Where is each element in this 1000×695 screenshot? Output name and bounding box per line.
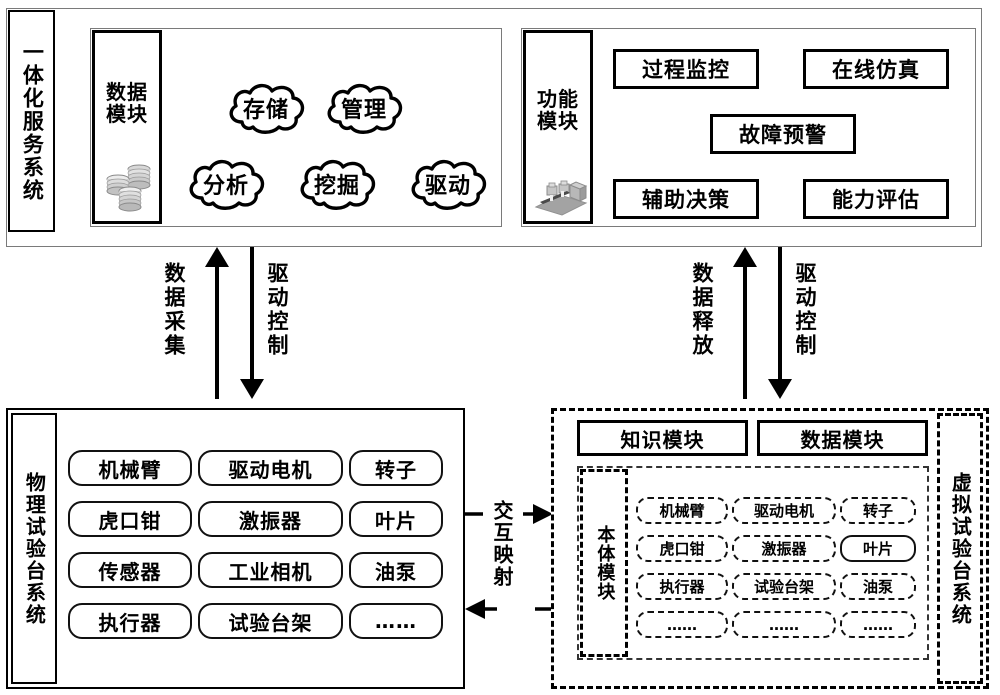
right-data-release-arrow [733, 247, 757, 399]
virtual-test-bench-label: 虚拟试验台系统 [937, 413, 983, 684]
cloud-storage-label: 存储 [242, 98, 289, 123]
left-data-collection-label: 数据采集 [162, 262, 187, 358]
virtual-pill-actuator[interactable]: 执行器 [636, 573, 728, 600]
right-data-release-label: 数据释放 [690, 262, 715, 358]
left-data-collection-arrow [205, 247, 229, 399]
function-box-fault-warning[interactable]: 故障预警 [710, 114, 856, 154]
physical-pill-ellipsis[interactable]: …… [349, 603, 443, 639]
virtual-pill-test-rig[interactable]: 试验台架 [732, 573, 836, 600]
integrated-service-system-label: 一体化服务系统 [8, 10, 55, 232]
virtual-components-grid: 机械臂 驱动电机 转子 虎口钳 激振器 叶片 执行器 试验台架 油泵 …… ……… [636, 497, 924, 647]
left-drive-control-arrow [240, 247, 264, 399]
virtual-pill-rotor[interactable]: 转子 [840, 497, 916, 524]
cloud-mining[interactable]: 挖掘 [293, 156, 381, 212]
virtual-pill-drive-motor[interactable]: 驱动电机 [732, 497, 836, 524]
function-box-process-monitoring[interactable]: 过程监控 [613, 49, 759, 89]
physical-test-bench-label: 物理试验台系统 [11, 413, 57, 684]
virtual-data-module-box[interactable]: 数据模块 [757, 420, 928, 456]
cloud-drive-label: 驱动 [424, 174, 471, 199]
function-box-online-simulation[interactable]: 在线仿真 [803, 49, 949, 89]
data-module-title: 数据 模块 [106, 80, 148, 127]
physical-pill-industrial-camera[interactable]: 工业相机 [198, 552, 343, 588]
cloud-storage[interactable]: 存储 [222, 80, 310, 136]
physical-pill-rotor[interactable]: 转子 [349, 450, 443, 486]
physical-pill-test-rig[interactable]: 试验台架 [198, 603, 343, 639]
cloud-analysis[interactable]: 分析 [182, 156, 270, 212]
database-stack-icon [106, 161, 154, 217]
physical-pill-blade[interactable]: 叶片 [349, 501, 443, 537]
physical-pill-vise-pliers[interactable]: 虎口钳 [68, 501, 192, 537]
right-drive-control-label: 驱动控制 [793, 262, 818, 358]
left-drive-control-label: 驱动控制 [265, 262, 290, 358]
virtual-pill-robot-arm[interactable]: 机械臂 [636, 497, 728, 524]
cloud-mining-label: 挖掘 [313, 174, 360, 199]
cloud-analysis-label: 分析 [202, 174, 249, 199]
physical-pill-oil-pump[interactable]: 油泵 [349, 552, 443, 588]
virtual-pill-ellipsis-1[interactable]: …… [636, 611, 728, 638]
virtual-pill-vise-pliers[interactable]: 虎口钳 [636, 535, 728, 562]
virtual-body-module-label: 本体模块 [580, 469, 628, 657]
virtual-pill-ellipsis-3[interactable]: …… [840, 611, 916, 638]
physical-pill-exciter[interactable]: 激振器 [198, 501, 343, 537]
function-module-title: 功能 模块 [537, 87, 579, 134]
right-drive-control-arrow [768, 247, 792, 399]
cloud-drive[interactable]: 驱动 [404, 156, 492, 212]
factory-machine-icon [534, 173, 588, 221]
physical-pill-robot-arm[interactable]: 机械臂 [68, 450, 192, 486]
virtual-pill-oil-pump[interactable]: 油泵 [840, 573, 916, 600]
virtual-pill-ellipsis-2[interactable]: …… [732, 611, 836, 638]
physical-pill-drive-motor[interactable]: 驱动电机 [198, 450, 343, 486]
data-module-box[interactable]: 数据 模块 [92, 30, 162, 224]
function-box-capability-evaluation[interactable]: 能力评估 [803, 179, 949, 219]
interaction-mapping-label: 交互映射 [490, 500, 514, 588]
virtual-knowledge-module-box[interactable]: 知识模块 [577, 420, 748, 456]
cloud-management[interactable]: 管理 [320, 80, 408, 136]
cloud-management-label: 管理 [340, 98, 387, 123]
function-module-box[interactable]: 功能 模块 [523, 30, 593, 224]
physical-components-grid: 机械臂 驱动电机 转子 虎口钳 激振器 叶片 传感器 工业相机 油泵 执行器 试… [68, 450, 443, 650]
physical-pill-sensor[interactable]: 传感器 [68, 552, 192, 588]
mapping-arrow-to-physical [465, 599, 555, 619]
physical-pill-actuator[interactable]: 执行器 [68, 603, 192, 639]
virtual-pill-exciter[interactable]: 激振器 [732, 535, 836, 562]
diagram-canvas: 一体化服务系统 数据 模块 存储 管理 分析 挖掘 驱动 功能 模块 过程监控 … [0, 0, 1000, 695]
function-box-decision-support[interactable]: 辅助决策 [613, 179, 759, 219]
virtual-pill-blade[interactable]: 叶片 [840, 535, 916, 562]
